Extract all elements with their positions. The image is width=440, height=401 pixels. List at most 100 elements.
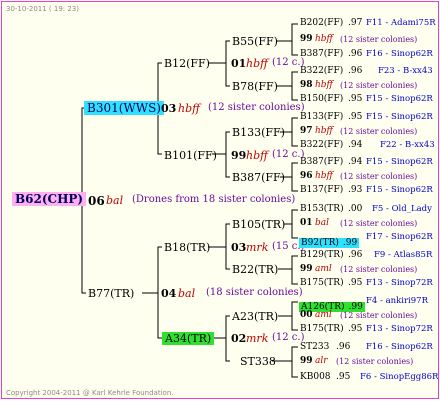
- gen4-lineage: F15 - Sinop62R: [366, 157, 433, 167]
- gen4-queen[interactable]: ST233: [300, 343, 329, 352]
- gen4-queen[interactable]: B137(FF): [300, 186, 343, 195]
- dam-sire-year-number: 03: [231, 241, 247, 254]
- dam-queen[interactable]: B77(TR): [88, 288, 134, 299]
- sire-breeder-code: hbff: [178, 102, 200, 115]
- gen4-lineage: F16 - Sinop62R: [366, 342, 433, 352]
- sire-queen[interactable]: B301(WWS): [84, 101, 164, 115]
- root-breeder-code: bal: [106, 194, 124, 207]
- gen4-queen[interactable]: KB008: [300, 373, 331, 382]
- root-year-number: 06: [88, 194, 105, 208]
- root-drones-note: (Drones from 18 sister colonies): [132, 194, 296, 205]
- gen4-queen[interactable]: B153(TR): [300, 205, 344, 214]
- dam-sire-queen[interactable]: B18(TR): [164, 242, 210, 253]
- gen4-breeder-code: hbff: [315, 171, 333, 181]
- sire-sister-colonies: (12 sister colonies): [208, 102, 305, 113]
- gen4-sister-colonies: (12 sister colonies): [340, 81, 418, 90]
- gen4-year: .95: [336, 372, 351, 382]
- gen4-year-number: 00: [300, 310, 313, 320]
- gen4-breeder-code: hbff: [315, 34, 333, 44]
- gen4-lineage: F17 - Sinop62R: [366, 232, 433, 242]
- gen4-breeder-code: alr: [315, 356, 328, 366]
- gen4-lineage: F5 - Old_Lady: [372, 204, 432, 214]
- gen4-queen[interactable]: B129(TR): [300, 251, 344, 260]
- gen4-lineage: F6 - SinopEgg86R: [360, 372, 439, 382]
- gen4-year-number: 99: [300, 264, 313, 274]
- gen4-year: .94: [348, 140, 363, 150]
- gen4-queen[interactable]: B202(FF): [300, 19, 343, 28]
- dam-sister-colonies: (18 sister colonies): [206, 287, 303, 298]
- gen4-year: .97: [348, 18, 363, 28]
- gen4-lineage: F13 - Sinop72R: [366, 278, 433, 288]
- gen4-sister-colonies: (12 sister colonies): [336, 357, 414, 366]
- gen4-sister-colonies: (12 sister colonies): [340, 219, 418, 228]
- gen4-year: .96: [348, 66, 363, 76]
- gen4-breeder-code: hbff: [315, 126, 333, 136]
- gen4-sister-colonies: (12 sister colonies): [340, 172, 418, 181]
- gen4-queen[interactable]: B92(TR): [299, 238, 341, 248]
- gen4-lineage: F4 - ankiri97R: [366, 296, 428, 306]
- gen4-queen[interactable]: B175(TR): [300, 279, 344, 288]
- dam-year-number: 04: [161, 287, 177, 300]
- gen4-year-number: 99: [300, 356, 313, 366]
- gen4-queen[interactable]: B387(FF): [300, 50, 343, 59]
- sire-sire-queen[interactable]: B12(FF): [164, 58, 210, 69]
- sire-dam-year-number: 99: [231, 149, 247, 162]
- gen4-queen[interactable]: B133(FF): [300, 113, 343, 122]
- gen4-year-number: 99: [300, 34, 313, 44]
- gen4-year: .96: [336, 342, 351, 352]
- gen4-year: .95: [348, 112, 363, 122]
- sire-dam-breeder-code: hbff: [246, 149, 268, 162]
- gen4-sister-colonies: (12 sister colonies): [340, 265, 418, 274]
- gen3-b78[interactable]: B78(FF): [232, 81, 278, 92]
- gen4-queen[interactable]: B150(FF): [300, 95, 343, 104]
- pedigree-frame: 30-10-2011 ( 19: 23) Copyright 2004-2011…: [1, 1, 439, 399]
- dam-dam-breeder-code: mrk: [246, 332, 269, 345]
- gen4-lineage: F15 - Sinop62R: [366, 185, 433, 195]
- gen4-sister-colonies: (12 sister colonies): [340, 311, 418, 320]
- dam-breeder-code: bal: [178, 287, 196, 300]
- dam-dam-queen[interactable]: A34(TR): [162, 332, 215, 345]
- copyright-footer: Copyright 2004-2011 @ Karl Kehrle Founda…: [6, 389, 174, 397]
- gen4-year: .00: [348, 204, 363, 214]
- gen4-year: .95: [348, 94, 363, 104]
- sire-sire-year-number: 01: [231, 57, 247, 70]
- sire-dam-queen[interactable]: B101(FF): [164, 150, 217, 161]
- gen4-lineage: F22 - B-xx43: [380, 140, 435, 150]
- gen4-breeder-code: aml: [315, 264, 332, 274]
- gen4-queen[interactable]: B322(FF): [300, 141, 343, 150]
- root-queen[interactable]: B62(CHP): [12, 192, 87, 206]
- sire-year-number: 03: [161, 102, 177, 115]
- gen4-sister-colonies: (12 sister colonies): [340, 35, 418, 44]
- report-date: 30-10-2011 ( 19: 23): [6, 5, 79, 13]
- gen3-b387[interactable]: B387(FF): [232, 172, 285, 183]
- gen3-b133[interactable]: B133(FF): [232, 127, 285, 138]
- dam-dam-year-number: 02: [231, 332, 247, 345]
- gen4-queen[interactable]: B387(FF): [300, 158, 343, 167]
- gen4-sister-colonies: (12 sister colonies): [340, 127, 418, 136]
- gen4-year-number: 01: [300, 218, 313, 228]
- gen4-year: .94: [348, 157, 363, 167]
- gen4-breeder-code: bal: [315, 218, 330, 228]
- gen4-breeder-code: hbff: [315, 80, 333, 90]
- gen4-year: .96: [348, 49, 363, 59]
- gen4-queen[interactable]: B175(TR): [300, 325, 344, 334]
- gen4-year: .99: [340, 238, 360, 248]
- gen4-queen-highlighted[interactable]: B92(TR) .99: [299, 232, 360, 248]
- gen4-year-number: 98: [300, 80, 313, 90]
- gen3-st338[interactable]: ST338: [240, 356, 276, 367]
- gen4-lineage: F9 - Atlas85R: [374, 250, 433, 260]
- gen4-lineage: F15 - Sinop62R: [366, 112, 433, 122]
- gen4-lineage: F23 - B-xx43: [378, 66, 433, 76]
- gen3-b105[interactable]: B105(TR): [232, 219, 285, 230]
- gen4-lineage: F16 - Sinop62R: [366, 49, 433, 59]
- sire-sire-breeder-code: hbff: [246, 57, 268, 70]
- gen4-year: .93: [348, 185, 363, 195]
- gen3-a23[interactable]: A23(TR): [232, 311, 278, 322]
- gen4-lineage: F11 - Adami75R: [366, 18, 436, 28]
- gen4-year: .96: [348, 250, 363, 260]
- gen4-lineage: F13 - Sinop72R: [366, 324, 433, 334]
- gen4-year-number: 97: [300, 126, 313, 136]
- gen3-b22[interactable]: B22(TR): [232, 264, 278, 275]
- gen3-b55[interactable]: B55(FF): [232, 36, 278, 47]
- gen4-queen[interactable]: B322(FF): [300, 67, 343, 76]
